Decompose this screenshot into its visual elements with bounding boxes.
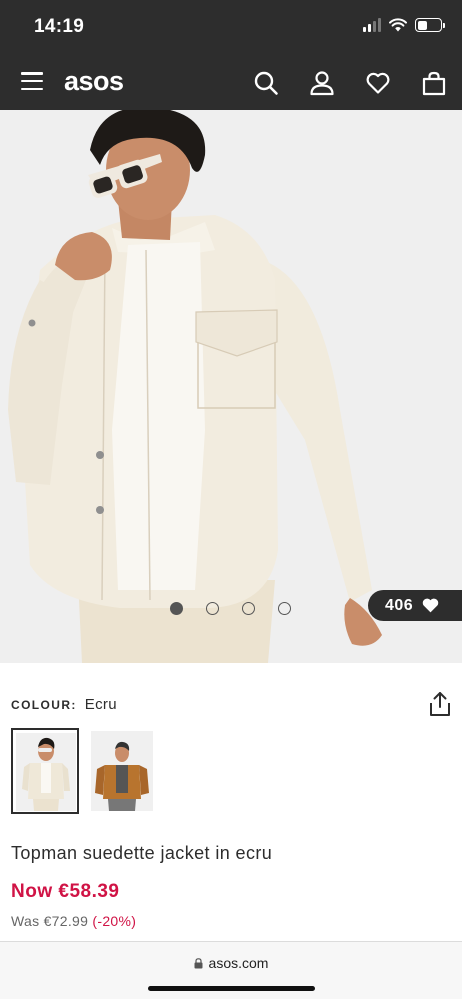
home-indicator — [148, 986, 315, 991]
status-bar: 14:19 — [0, 0, 462, 56]
product-photo — [0, 110, 462, 663]
status-time: 14:19 — [34, 16, 85, 37]
status-icons — [363, 18, 445, 32]
carousel-dot[interactable] — [206, 602, 219, 615]
carousel-dot[interactable] — [278, 602, 291, 615]
url-display[interactable]: asos.com — [0, 955, 462, 971]
colour-row: COLOUR: Ecru — [11, 696, 117, 713]
wifi-icon — [389, 18, 407, 32]
saved-items-heart-icon[interactable] — [365, 70, 391, 96]
carousel-dot[interactable] — [170, 602, 183, 615]
colour-label: COLOUR: — [11, 697, 77, 712]
browser-address-bar: asos.com — [0, 941, 462, 999]
asos-logo[interactable]: asos — [64, 66, 124, 97]
battery-level — [417, 20, 428, 30]
product-title: Topman suedette jacket in ecru — [11, 843, 273, 863]
previous-price: Was €72.99 (-20%) — [11, 913, 136, 929]
account-icon[interactable] — [309, 70, 335, 96]
carousel-dot[interactable] — [242, 602, 255, 615]
app-header: asos — [0, 56, 462, 110]
battery-icon — [415, 18, 445, 32]
url-text: asos.com — [208, 955, 269, 971]
current-price: Now €58.39 — [11, 881, 120, 902]
saved-count: 406 — [385, 596, 414, 614]
discount-percentage: (-20%) — [92, 913, 137, 929]
heart-filled-icon — [422, 598, 439, 613]
was-price: Was €72.99 — [11, 913, 89, 929]
search-icon[interactable] — [253, 70, 279, 96]
product-image-carousel[interactable]: 406 — [0, 110, 462, 663]
colour-value: Ecru — [84, 696, 117, 713]
share-icon[interactable] — [428, 691, 452, 717]
saved-count-button[interactable]: 406 — [368, 590, 462, 621]
menu-icon[interactable] — [21, 72, 43, 90]
cellular-signal-icon — [363, 18, 381, 32]
bag-icon[interactable] — [421, 70, 447, 96]
carousel-pagination — [170, 602, 291, 615]
colour-swatch-ecru[interactable] — [11, 728, 79, 814]
tan-swatch-image — [91, 731, 153, 811]
colour-swatch-tan[interactable] — [88, 728, 156, 814]
ecru-swatch-image — [16, 733, 76, 811]
lock-icon — [194, 957, 203, 968]
